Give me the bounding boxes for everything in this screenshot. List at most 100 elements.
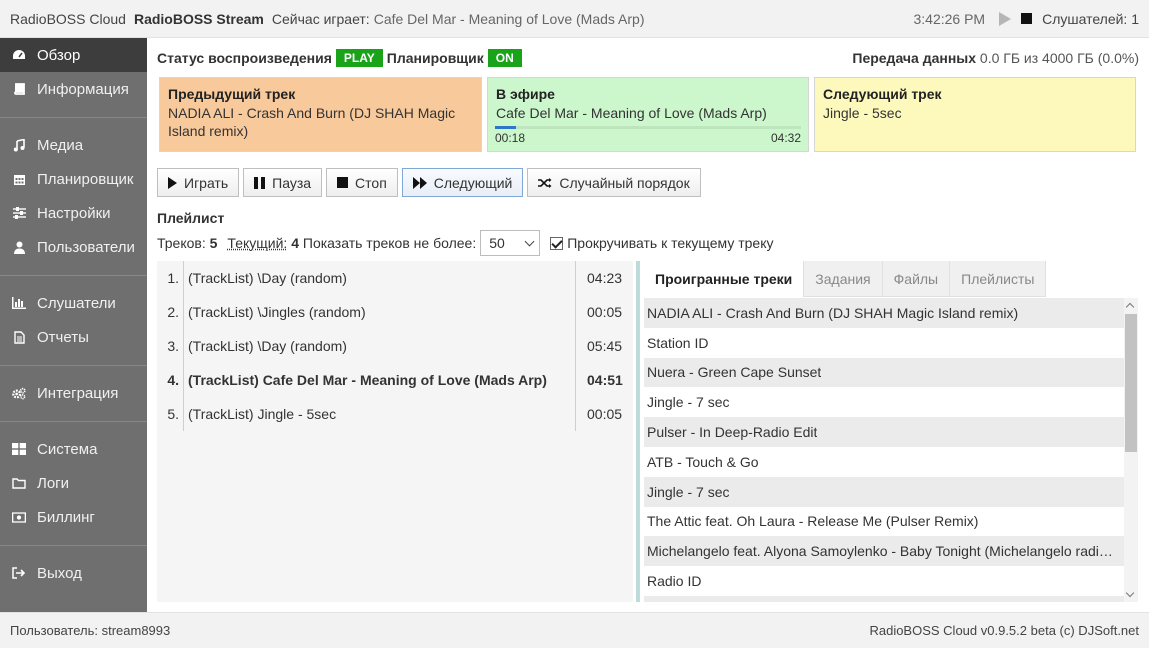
list-item[interactable]: Pulser - In Deep-Radio Edit bbox=[644, 417, 1124, 447]
playback-status-badge: PLAY bbox=[335, 49, 383, 67]
sign-out-icon bbox=[12, 566, 26, 580]
sidebar-item-settings[interactable]: Настройки bbox=[0, 196, 147, 230]
user-icon bbox=[12, 240, 26, 254]
tab-played-tracks[interactable]: Проигранные треки bbox=[644, 261, 805, 297]
playlist-row[interactable]: 5. (TrackList) Jingle - 5sec 00:05 bbox=[157, 397, 633, 431]
playlist-info: Треков: 5 Текущий: 4 Показать треков не … bbox=[157, 230, 774, 256]
dashboard-icon bbox=[12, 48, 26, 62]
playlist-row[interactable]: 1. (TrackList) \Day (random) 04:23 bbox=[157, 261, 633, 295]
playback-controls: Играть Пауза Стоп Следующий Случайный по… bbox=[157, 168, 701, 197]
track-progress-fill bbox=[495, 126, 517, 129]
play-icon[interactable] bbox=[999, 11, 1012, 26]
list-item[interactable]: Nuera - Green Cape Sunset bbox=[644, 357, 1124, 388]
sidebar-item-label: Система bbox=[37, 440, 98, 458]
show-tracks-select[interactable]: 50 bbox=[480, 230, 541, 256]
sidebar-item-logout[interactable]: Выход bbox=[0, 556, 147, 590]
sidebar-item-listeners[interactable]: Слушатели bbox=[0, 286, 147, 320]
sidebar-item-integration[interactable]: Интеграция bbox=[0, 376, 147, 410]
play-button[interactable]: Играть bbox=[157, 168, 240, 197]
list-item[interactable]: Jingle - 7 sec bbox=[644, 387, 1124, 417]
list-item[interactable]: ATB - Touch & Go bbox=[644, 447, 1124, 477]
music-icon bbox=[12, 138, 26, 152]
tab-bar: Проигранные треки Задания Файлы Плейлист… bbox=[644, 261, 1047, 297]
show-tracks-label: Показать треков не более: bbox=[302, 235, 477, 251]
shuffle-button[interactable]: Случайный порядок bbox=[527, 168, 701, 197]
playlist-row-current[interactable]: 4. (TrackList) Cafe Del Mar - Meaning of… bbox=[157, 363, 633, 397]
sidebar-item-system[interactable]: Система bbox=[0, 432, 147, 466]
sidebar-item-billing[interactable]: Биллинг bbox=[0, 500, 147, 534]
next-track-title: Следующий трек bbox=[823, 86, 942, 102]
sidebar-item-logs[interactable]: Логи bbox=[0, 466, 147, 500]
play-icon bbox=[168, 176, 177, 189]
list-item[interactable]: NADIA ALI - Crash And Burn (DJ SHAH Magi… bbox=[644, 298, 1124, 328]
next-button[interactable]: Следующий bbox=[401, 168, 524, 197]
pause-button[interactable]: Пауза bbox=[243, 168, 323, 197]
list-item[interactable]: Jingle - 7 sec bbox=[644, 476, 1124, 507]
document-icon bbox=[12, 330, 26, 344]
next-track-panel: Следующий трек Jingle - 5sec bbox=[814, 77, 1136, 152]
sidebar: Обзор Информация Медиа Планировщик Настр… bbox=[0, 38, 147, 612]
scroll-up-icon[interactable] bbox=[1125, 302, 1135, 312]
sidebar-item-label: Интеграция bbox=[37, 384, 119, 402]
now-playing-label: Сейчас играет: bbox=[271, 10, 370, 27]
top-bar: RadioBOSS Cloud RadioBOSS Stream Сейчас … bbox=[0, 0, 1149, 38]
scheduler-status-label: Планировщик bbox=[386, 50, 484, 66]
scroll-to-current-label: Прокручивать к текущему треку bbox=[567, 235, 774, 251]
data-transfer: Передача данных 0.0 ГБ из 4000 ГБ (0.0%) bbox=[852, 50, 1139, 66]
gears-icon bbox=[12, 386, 26, 400]
list-item[interactable]: Station ID bbox=[644, 328, 1124, 358]
list-item[interactable]: Michelangelo feat. Alyona Samoylenko - B… bbox=[644, 536, 1124, 567]
sidebar-item-label: Обзор bbox=[37, 46, 81, 64]
on-air-track-name: Cafe Del Mar - Meaning of Love (Mads Arp… bbox=[496, 105, 767, 121]
on-air-title: В эфире bbox=[496, 86, 555, 102]
chevron-down-icon bbox=[524, 236, 535, 247]
tracks-count: 5 bbox=[209, 235, 218, 251]
sidebar-divider bbox=[0, 354, 147, 376]
stop-icon[interactable] bbox=[1021, 13, 1033, 24]
current-track-index: 4 bbox=[291, 235, 299, 251]
track-progress-bar[interactable] bbox=[495, 126, 801, 129]
sidebar-item-reports[interactable]: Отчеты bbox=[0, 320, 147, 354]
money-icon bbox=[12, 510, 26, 524]
sidebar-item-label: Выход bbox=[37, 564, 82, 582]
sidebar-item-label: Пользователи bbox=[37, 238, 135, 256]
sidebar-item-label: Отчеты bbox=[37, 328, 89, 346]
stop-button[interactable]: Стоп bbox=[326, 168, 398, 197]
sidebar-item-info[interactable]: Информация bbox=[0, 72, 147, 106]
sidebar-divider bbox=[0, 410, 147, 432]
playlist-row[interactable]: 3. (TrackList) \Day (random) 05:45 bbox=[157, 329, 633, 363]
sidebar-item-label: Медиа bbox=[37, 136, 84, 154]
track-duration: 04:32 bbox=[770, 131, 801, 145]
sidebar-item-overview[interactable]: Обзор bbox=[0, 38, 147, 72]
tab-tasks[interactable]: Задания bbox=[804, 261, 883, 297]
played-tracks-list: NADIA ALI - Crash And Burn (DJ SHAH Magi… bbox=[644, 298, 1124, 602]
playlist-row[interactable]: 2. (TrackList) \Jingles (random) 00:05 bbox=[157, 295, 633, 329]
sidebar-item-media[interactable]: Медиа bbox=[0, 128, 147, 162]
sidebar-item-label: Слушатели bbox=[37, 294, 116, 312]
sidebar-divider bbox=[0, 264, 147, 286]
list-item[interactable]: Radio ID bbox=[644, 566, 1124, 596]
sidebar-item-scheduler[interactable]: Планировщик bbox=[0, 162, 147, 196]
current-track-link[interactable]: Текущий: bbox=[227, 235, 287, 251]
previous-track-title: Предыдущий трек bbox=[168, 86, 296, 102]
shuffle-icon bbox=[538, 177, 552, 189]
list-item[interactable]: The Attic feat. Oh Laura - Release Me (P… bbox=[644, 507, 1124, 537]
sidebar-item-label: Логи bbox=[37, 474, 70, 492]
playlist-table: 1. (TrackList) \Day (random) 04:23 2. (T… bbox=[157, 261, 633, 602]
tab-files[interactable]: Файлы bbox=[882, 261, 951, 297]
folder-icon bbox=[12, 476, 26, 490]
list-item bbox=[644, 595, 1124, 602]
sidebar-item-users[interactable]: Пользователи bbox=[0, 230, 147, 264]
previous-track-name: NADIA ALI - Crash And Burn (DJ SHAH Magi… bbox=[168, 105, 456, 139]
app-name: RadioBOSS Cloud bbox=[10, 10, 126, 27]
scrollbar-thumb[interactable] bbox=[1125, 314, 1137, 452]
history-scrollbar[interactable] bbox=[1124, 298, 1138, 602]
scroll-to-current-checkbox[interactable] bbox=[550, 236, 564, 250]
now-playing-title: Cafe Del Mar - Meaning of Love (Mads Arp… bbox=[373, 10, 645, 27]
next-track-name: Jingle - 5sec bbox=[823, 105, 902, 121]
calendar-icon bbox=[12, 172, 26, 186]
tab-playlists[interactable]: Плейлисты bbox=[950, 261, 1047, 297]
stream-name: RadioBOSS Stream bbox=[133, 10, 264, 27]
scroll-down-icon[interactable] bbox=[1125, 588, 1135, 598]
resize-handle[interactable] bbox=[636, 261, 640, 602]
